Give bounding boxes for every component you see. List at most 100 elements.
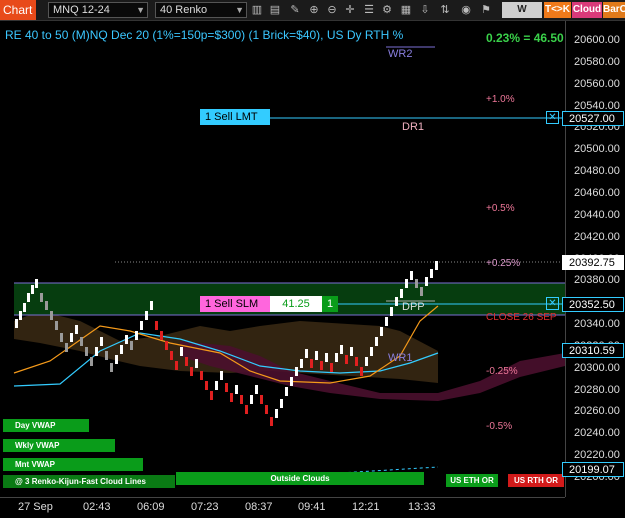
last-price-label: 20392.75 bbox=[562, 255, 624, 270]
renko-brick bbox=[40, 293, 43, 302]
properties-icon[interactable]: ☰ bbox=[362, 3, 376, 17]
time-tick: 13:33 bbox=[408, 501, 436, 513]
pencil-icon[interactable]: ✎ bbox=[288, 3, 302, 17]
renko-brick bbox=[190, 367, 193, 376]
renko-brick bbox=[170, 351, 173, 360]
price-tick: 20540.00 bbox=[574, 99, 620, 112]
chart-trader-icon[interactable]: ⚑ bbox=[479, 3, 493, 17]
renko-brick bbox=[390, 307, 393, 316]
wkly-vwap-button[interactable]: Wkly VWAP bbox=[3, 439, 115, 452]
barcolor-button[interactable]: BarC bbox=[603, 2, 625, 18]
plus-05-pct-label: +0.5% bbox=[486, 203, 515, 214]
time-tick: 02:43 bbox=[83, 501, 111, 513]
renko-brick bbox=[245, 405, 248, 414]
renko-brick bbox=[120, 345, 123, 354]
dr1-label: DR1 bbox=[402, 121, 425, 133]
data-box-icon[interactable]: ▦ bbox=[399, 3, 413, 17]
price-tick: 20500.00 bbox=[574, 143, 620, 156]
us-rth-or-button[interactable]: US RTH OR bbox=[508, 474, 564, 487]
renko-brick bbox=[430, 269, 433, 278]
close-icon[interactable]: ✕ bbox=[546, 297, 559, 310]
close-icon[interactable]: ✕ bbox=[546, 111, 559, 124]
renko-brick bbox=[365, 357, 368, 366]
renko-brick bbox=[135, 331, 138, 340]
renko-brick bbox=[60, 333, 63, 342]
sell-lmt-price-label: 20527.00 bbox=[562, 111, 624, 126]
renko-brick bbox=[19, 311, 22, 320]
renko-brick bbox=[75, 325, 78, 334]
price-tick: 20440.00 bbox=[574, 208, 620, 221]
renko-brick bbox=[350, 347, 353, 356]
renko-brick bbox=[35, 279, 38, 288]
chevron-down-icon: ▼ bbox=[136, 5, 145, 15]
slm-value: 41.25 bbox=[270, 296, 322, 312]
sell-lmt-order[interactable]: 1 Sell LMT bbox=[200, 109, 270, 125]
renko-brick bbox=[240, 395, 243, 404]
time-tick: 12:21 bbox=[352, 501, 380, 513]
renko-brick bbox=[275, 409, 278, 418]
price-tick: 20280.00 bbox=[574, 383, 620, 396]
renko-brick bbox=[435, 261, 438, 270]
chart-title: RE 40 to 50 (M)NQ Dec 20 (1%=150p=$300) … bbox=[5, 28, 404, 42]
renko-brick bbox=[420, 287, 423, 296]
price-tick: 20260.00 bbox=[574, 405, 620, 418]
renko-brick bbox=[230, 393, 233, 402]
time-tick: 08:37 bbox=[245, 501, 273, 513]
renko-brick bbox=[45, 301, 48, 310]
instrument-label: MNQ 12-24 bbox=[53, 4, 110, 16]
download-icon[interactable]: ⇩ bbox=[418, 3, 432, 17]
chart-toolbar: Chart MNQ 12-24 ▼ 40 Renko ▼ ▥ ▤ ✎ ⊕ ⊖ ✛… bbox=[0, 0, 625, 31]
sell-slm-order[interactable]: 1 Sell SLM bbox=[200, 296, 270, 312]
zoom-out-icon[interactable]: ⊖ bbox=[325, 3, 339, 17]
renko-brick bbox=[140, 321, 143, 330]
renko-brick bbox=[385, 317, 388, 326]
mnt-vwap-button[interactable]: Mnt VWAP bbox=[3, 458, 143, 471]
cloud-button[interactable]: Cloud bbox=[572, 2, 602, 18]
bar-type-selector[interactable]: 40 Renko ▼ bbox=[155, 2, 247, 18]
renko-brick bbox=[100, 337, 103, 346]
renko-brick bbox=[325, 353, 328, 362]
time-tick: 06:09 bbox=[137, 501, 165, 513]
cloud-lines-button[interactable]: @ 3 Renko-Kijun-Fast Cloud Lines bbox=[3, 475, 175, 488]
tenkan-kijun-button[interactable]: T<>K bbox=[544, 2, 571, 18]
day-vwap-button[interactable]: Day VWAP bbox=[3, 419, 89, 432]
renko-brick bbox=[195, 359, 198, 368]
slm-qty[interactable]: 1 bbox=[322, 296, 338, 312]
zoom-in-icon[interactable]: ⊕ bbox=[307, 3, 321, 17]
chart-panel[interactable]: RE 40 to 50 (M)NQ Dec 20 (1%=150p=$300) … bbox=[0, 21, 565, 497]
account-icon[interactable]: ◉ bbox=[459, 3, 473, 17]
close-label: CLOSE 26 SEP bbox=[486, 312, 557, 323]
kijun-price-label: 20310.59 bbox=[562, 343, 624, 358]
strategies-icon[interactable]: ⚙ bbox=[380, 3, 394, 17]
renko-brick bbox=[31, 285, 34, 294]
renko-brick bbox=[125, 335, 128, 344]
renko-brick bbox=[175, 361, 178, 370]
lower-price-label: 20199.07 bbox=[562, 462, 624, 477]
indicators-icon[interactable]: ⇅ bbox=[438, 3, 452, 17]
wvwap-button[interactable]: W VWAP bbox=[502, 2, 542, 31]
price-tick: 20460.00 bbox=[574, 186, 620, 199]
renko-brick bbox=[260, 395, 263, 404]
crosshair-icon[interactable]: ✛ bbox=[343, 3, 357, 17]
renko-brick bbox=[285, 387, 288, 396]
renko-brick bbox=[80, 337, 83, 346]
price-tick: 20600.00 bbox=[574, 34, 620, 46]
renko-brick bbox=[27, 293, 30, 302]
instrument-selector[interactable]: MNQ 12-24 ▼ bbox=[48, 2, 148, 18]
renko-brick bbox=[23, 303, 26, 312]
us-eth-or-button[interactable]: US ETH OR bbox=[446, 474, 498, 487]
renko-brick bbox=[395, 297, 398, 306]
renko-brick bbox=[330, 363, 333, 372]
time-axis[interactable]: 27 Sep 02:43 06:09 07:23 08:37 09:41 12:21 13:3… bbox=[0, 497, 565, 518]
display-icon[interactable]: ▤ bbox=[268, 3, 282, 17]
renko-brick bbox=[205, 381, 208, 390]
renko-brick bbox=[300, 359, 303, 368]
renko-brick bbox=[360, 367, 363, 376]
renko-brick bbox=[290, 377, 293, 386]
plus-1-pct-label: +1.0% bbox=[486, 94, 515, 105]
renko-brick bbox=[370, 347, 373, 356]
chart-tab[interactable]: Chart bbox=[0, 0, 36, 20]
renko-brick bbox=[145, 311, 148, 320]
bars-icon[interactable]: ▥ bbox=[250, 3, 264, 17]
outside-clouds-button[interactable]: Outside Clouds bbox=[176, 472, 424, 485]
